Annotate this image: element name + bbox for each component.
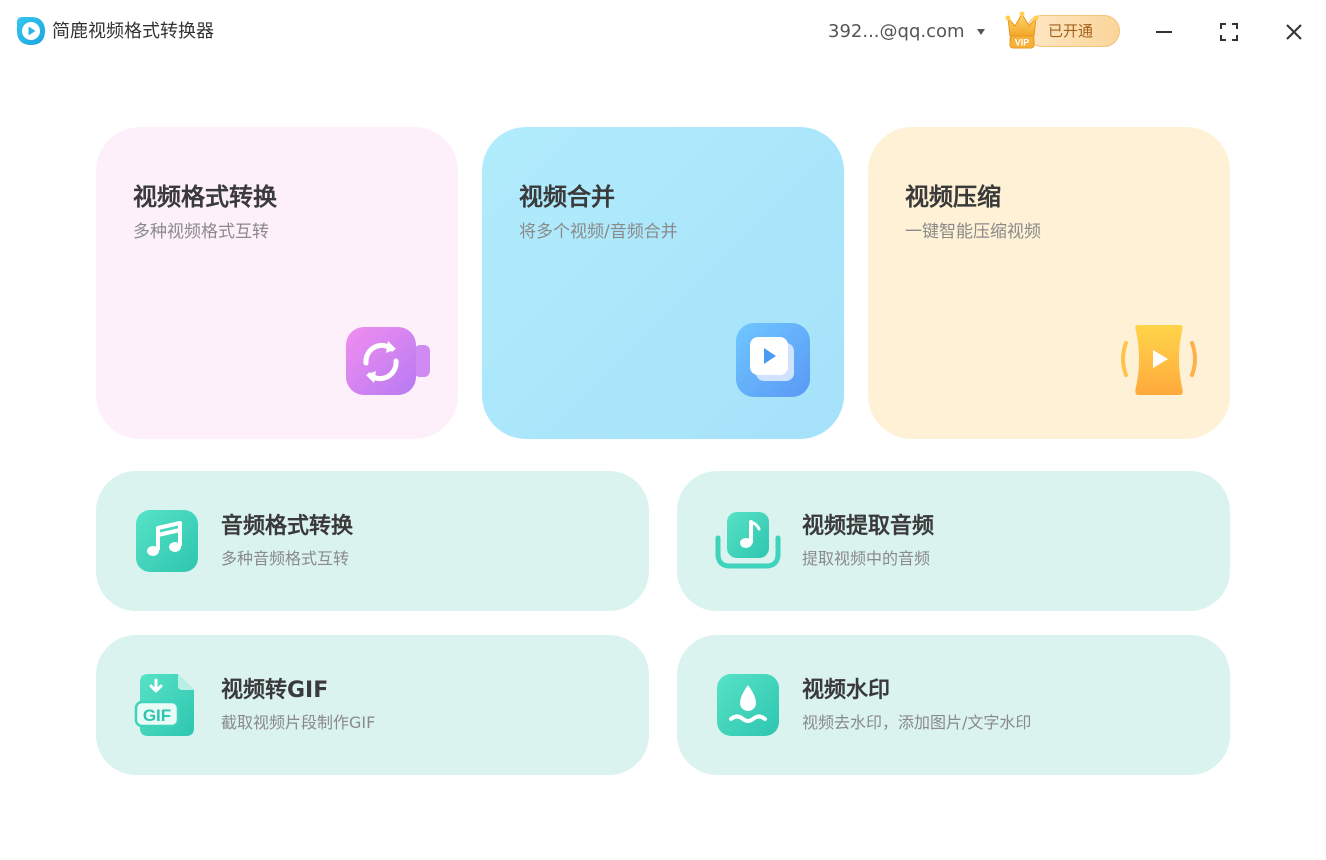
card-video-convert[interactable]: 视频格式转换 多种视频格式互转 xyxy=(96,127,458,439)
gif-file-icon: GIF xyxy=(134,674,194,736)
app-logo-icon xyxy=(17,17,45,45)
card-video-merge[interactable]: 视频合并 将多个视频/音频合并 xyxy=(482,127,844,439)
title-bar: 简鹿视频格式转换器 392...@qq.com VIP 已开通 xyxy=(0,0,1326,64)
music-note-icon xyxy=(136,510,198,572)
card-watermark[interactable]: 视频水印 视频去水印，添加图片/文字水印 xyxy=(677,635,1230,775)
extract-audio-icon xyxy=(715,512,781,569)
vip-status-button[interactable]: VIP 已开通 xyxy=(1004,10,1120,52)
card-desc: 提取视频中的音频 xyxy=(802,549,931,568)
card-video-compress[interactable]: 视频压缩 一键智能压缩视频 xyxy=(868,127,1230,439)
close-icon[interactable] xyxy=(1278,16,1310,48)
card-desc: 多种音频格式互转 xyxy=(221,549,350,568)
water-drop-icon xyxy=(717,674,779,736)
card-title: 音频格式转换 xyxy=(221,514,354,539)
card-audio-convert[interactable]: 音频格式转换 多种音频格式互转 xyxy=(96,471,649,611)
card-video-gif[interactable]: GIF 视频转GIF 截取视频片段制作GIF xyxy=(96,635,649,775)
crown-icon: VIP xyxy=(1005,11,1039,49)
caret-down-icon xyxy=(976,29,985,35)
gif-icon-text: GIF xyxy=(143,706,171,725)
account-email: 392...@qq.com xyxy=(828,21,965,42)
card-title: 视频转GIF xyxy=(221,678,329,703)
card-desc: 一键智能压缩视频 xyxy=(905,222,1041,242)
card-title: 视频合并 xyxy=(519,183,615,211)
card-title: 视频格式转换 xyxy=(133,183,277,211)
minimize-icon[interactable] xyxy=(1148,16,1180,48)
video-compress-icon xyxy=(1121,325,1197,395)
card-desc: 多种视频格式互转 xyxy=(133,222,269,242)
card-extract-audio[interactable]: 视频提取音频 提取视频中的音频 xyxy=(677,471,1230,611)
card-title: 视频提取音频 xyxy=(802,514,935,539)
video-convert-icon xyxy=(346,327,430,395)
card-desc: 将多个视频/音频合并 xyxy=(519,222,678,242)
maximize-icon[interactable] xyxy=(1213,16,1245,48)
card-desc: 截取视频片段制作GIF xyxy=(221,713,376,732)
account-dropdown[interactable]: 392...@qq.com xyxy=(828,20,985,44)
app-title: 简鹿视频格式转换器 xyxy=(52,21,214,42)
vip-badge-text: VIP xyxy=(1015,38,1030,48)
card-title: 视频水印 xyxy=(802,678,891,703)
video-merge-icon xyxy=(736,323,810,397)
card-desc: 视频去水印，添加图片/文字水印 xyxy=(802,713,1032,732)
card-title: 视频压缩 xyxy=(905,183,1001,211)
vip-status-text: 已开通 xyxy=(1048,22,1094,40)
